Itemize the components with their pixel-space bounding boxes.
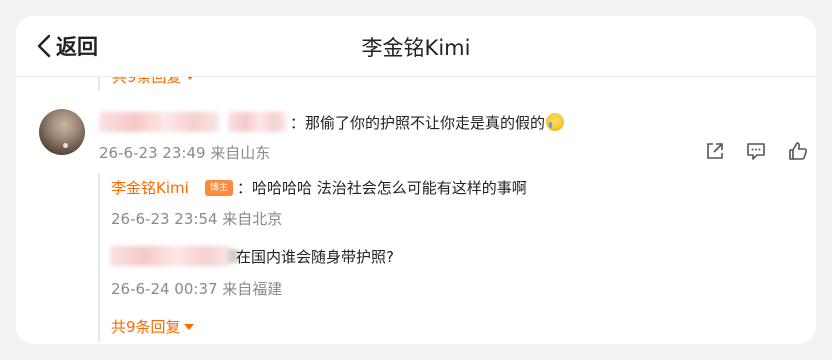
top-bar: 返回 李金铭Kimi xyxy=(16,16,816,77)
comment-text: ：那偷了你的护照不让你走是真的假的 xyxy=(290,114,546,132)
comment-button[interactable] xyxy=(745,140,767,166)
page-title: 李金铭Kimi xyxy=(361,36,471,60)
blurred-username[interactable] xyxy=(99,112,219,132)
crying-emoji-icon xyxy=(546,113,565,131)
avatar[interactable] xyxy=(39,109,85,155)
reply-thread-line xyxy=(98,174,100,342)
comment-text-row: ：那偷了你的护照不让你走是真的假的 xyxy=(290,112,565,133)
comment-card: 返回 李金铭Kimi 共9条回复 ：那偷了你的护照不让你走是真的假的 26-6-… xyxy=(16,16,816,344)
author-badge: 博主 xyxy=(205,180,233,196)
comment-icon xyxy=(747,143,765,160)
blurred-username-part xyxy=(228,112,286,132)
comment-meta: 26-6-23 23:49 来自山东 xyxy=(99,144,271,162)
more-replies-label: 共9条回复 xyxy=(111,318,181,336)
like-button[interactable] xyxy=(787,140,809,166)
reply-meta: 26-6-23 23:54 来自北京 xyxy=(111,210,283,228)
caret-down-icon xyxy=(183,324,194,330)
reply-text: 在国内谁会随身带护照? xyxy=(236,248,394,266)
reply-text: ：哈哈哈哈 法治社会怎么可能有这样的事啊 xyxy=(237,179,527,197)
reply-author-name[interactable]: 李金铭Kimi xyxy=(111,177,189,198)
more-replies-link[interactable]: 共9条回复 xyxy=(111,316,194,337)
comment-actions xyxy=(701,140,811,164)
share-button[interactable] xyxy=(704,140,726,166)
avatar-badge-dot xyxy=(63,143,68,148)
share-icon xyxy=(707,143,723,159)
blurred-reply-username[interactable] xyxy=(110,246,230,266)
like-icon xyxy=(789,142,807,160)
reply-meta: 26-6-24 00:37 来自福建 xyxy=(111,280,283,298)
